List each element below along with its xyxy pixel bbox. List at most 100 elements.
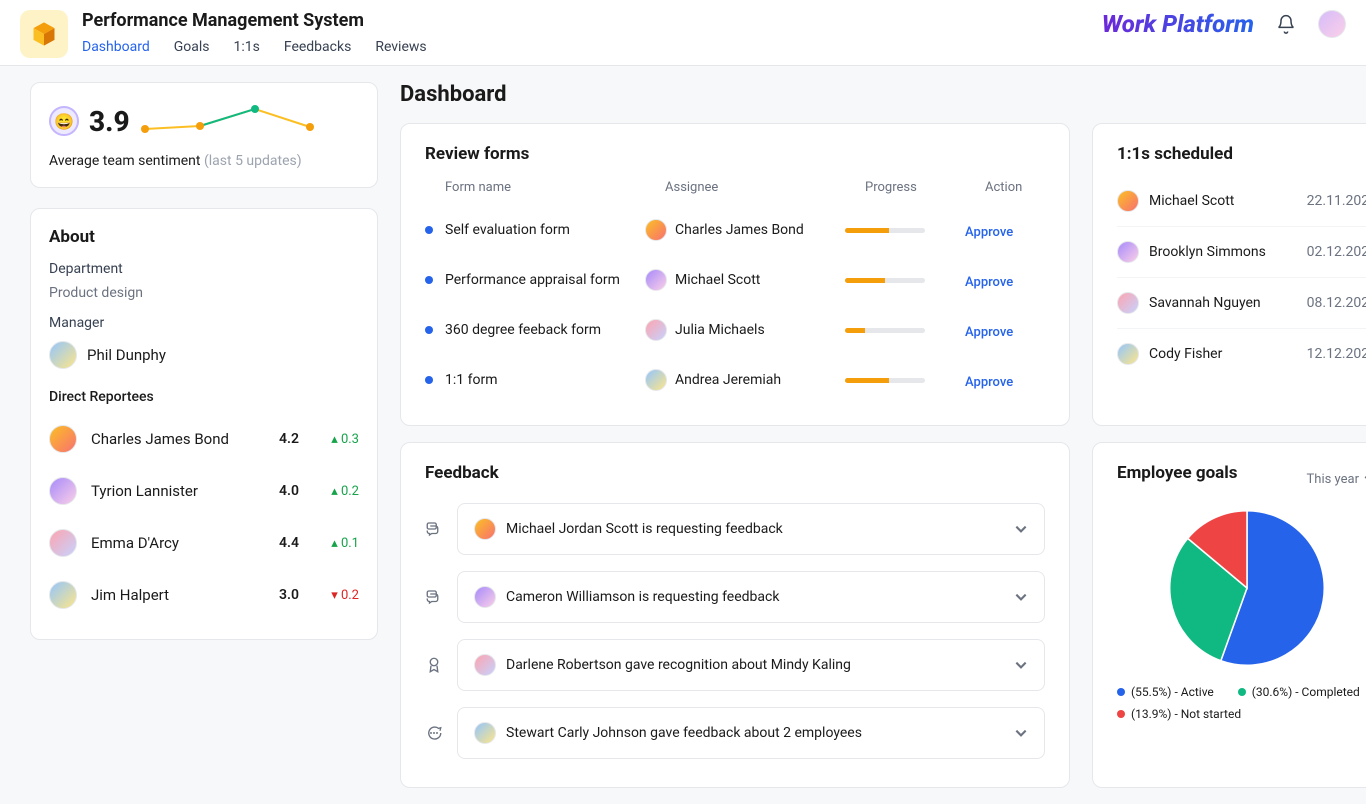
- assignee-name: Michael Scott: [675, 272, 760, 288]
- progress-bar: [845, 328, 925, 333]
- schedule-row[interactable]: Michael Scott 22.11.2022: [1117, 176, 1366, 227]
- avatar: [49, 425, 77, 453]
- form-name: 1:1 form: [445, 372, 497, 388]
- bell-icon[interactable]: [1276, 14, 1296, 34]
- table-row: Performance appraisal form Michael Scott…: [425, 255, 1045, 305]
- col-action: Action: [985, 180, 1045, 195]
- feedback-card[interactable]: Michael Jordan Scott is requesting feedb…: [457, 503, 1045, 555]
- tab-dashboard[interactable]: Dashboard: [82, 39, 150, 65]
- chat-icon: [425, 588, 443, 606]
- tab-feedbacks[interactable]: Feedbacks: [284, 39, 351, 65]
- feedback-text: Stewart Carly Johnson gave feedback abou…: [506, 725, 1004, 741]
- feedback-card[interactable]: Darlene Robertson gave recognition about…: [457, 639, 1045, 691]
- reportee-row[interactable]: Emma D'Arcy 4.4 ▴ 0.1: [49, 517, 359, 569]
- schedule-date: 08.12.2022: [1307, 295, 1366, 311]
- schedule-name: Michael Scott: [1149, 193, 1234, 209]
- legend-item: (30.6%) - Completed: [1238, 685, 1360, 699]
- sentiment-card: 😄 3.9 Average team sentiment (last 5 upd…: [30, 82, 378, 188]
- assignee-name: Andrea Jeremiah: [675, 372, 781, 388]
- sentiment-sparkline: [140, 101, 320, 141]
- feedback-item: Cameron Williamson is requesting feedbac…: [425, 563, 1045, 631]
- legend-item: (13.9%) - Not started: [1117, 707, 1241, 721]
- manager-name: Phil Dunphy: [87, 346, 166, 364]
- msg-icon: [425, 724, 443, 742]
- feedback-text: Cameron Williamson is requesting feedbac…: [506, 589, 1004, 605]
- user-avatar[interactable]: [1318, 10, 1346, 38]
- app-header: Performance Management System Dashboard …: [0, 0, 1366, 66]
- app-title: Performance Management System: [82, 10, 427, 31]
- avatar: [49, 529, 77, 557]
- progress-bar: [845, 378, 925, 383]
- reportee-delta: ▾ 0.2: [309, 588, 359, 603]
- approve-link[interactable]: Approve: [965, 375, 1013, 390]
- avatar: [645, 369, 667, 391]
- review-forms-heading: Review forms: [425, 144, 1045, 164]
- feedback-text: Darlene Robertson gave recognition about…: [506, 657, 1004, 673]
- sentiment-score: 3.9: [89, 105, 130, 138]
- reportee-row[interactable]: Jim Halpert 3.0 ▾ 0.2: [49, 569, 359, 621]
- col-form: Form name: [445, 180, 665, 195]
- chevron-down-icon: [1014, 522, 1028, 536]
- reportee-delta: ▴ 0.2: [309, 484, 359, 499]
- goals-heading: Employee goals: [1117, 463, 1238, 483]
- chevron-down-icon: [1014, 590, 1028, 604]
- avatar: [1117, 343, 1139, 365]
- goals-panel: Employee goals This year (55.5%) - Activ…: [1092, 442, 1366, 788]
- avatar: [474, 518, 496, 540]
- app-icon: [20, 10, 68, 58]
- table-row: Self evaluation form Charles James Bond …: [425, 205, 1045, 255]
- approve-link[interactable]: Approve: [965, 225, 1013, 240]
- smile-icon: 😄: [49, 106, 79, 136]
- avatar: [1117, 292, 1139, 314]
- avatar: [474, 654, 496, 676]
- approve-link[interactable]: Approve: [965, 275, 1013, 290]
- reportee-score: 3.0: [263, 587, 299, 603]
- status-dot: [425, 326, 433, 334]
- avatar: [645, 319, 667, 341]
- form-name: Performance appraisal form: [445, 272, 620, 288]
- avatar: [49, 477, 77, 505]
- avatar: [645, 269, 667, 291]
- status-dot: [425, 226, 433, 234]
- assignee-name: Charles James Bond: [675, 222, 804, 238]
- tab-goals[interactable]: Goals: [174, 39, 210, 65]
- reportee-delta: ▴ 0.1: [309, 536, 359, 551]
- review-forms-panel: Review forms Form name Assignee Progress…: [400, 123, 1070, 426]
- reportee-row[interactable]: Charles James Bond 4.2 ▴ 0.3: [49, 413, 359, 465]
- feedback-item: Darlene Robertson gave recognition about…: [425, 631, 1045, 699]
- legend-item: (55.5%) - Active: [1117, 685, 1214, 699]
- brand-logo: Work Platform: [1102, 10, 1254, 38]
- reportee-delta: ▴ 0.3: [309, 432, 359, 447]
- schedule-row[interactable]: Brooklyn Simmons 02.12.2022: [1117, 227, 1366, 278]
- reportee-name: Jim Halpert: [91, 586, 253, 604]
- col-assignee: Assignee: [665, 180, 865, 195]
- tab-reviews[interactable]: Reviews: [375, 39, 426, 65]
- reportee-name: Tyrion Lannister: [91, 482, 253, 500]
- reportee-name: Emma D'Arcy: [91, 534, 253, 552]
- schedule-row[interactable]: Savannah Nguyen 08.12.2022: [1117, 278, 1366, 329]
- status-dot: [425, 376, 433, 384]
- feedback-item: Stewart Carly Johnson gave feedback abou…: [425, 699, 1045, 767]
- avatar: [474, 722, 496, 744]
- approve-link[interactable]: Approve: [965, 325, 1013, 340]
- schedule-row[interactable]: Cody Fisher 12.12.2022: [1117, 329, 1366, 379]
- reportee-score: 4.4: [263, 535, 299, 551]
- manager-label: Manager: [49, 315, 359, 331]
- schedule-date: 12.12.2022: [1307, 346, 1366, 362]
- tab-1-1s[interactable]: 1:1s: [233, 39, 259, 65]
- avatar: [645, 219, 667, 241]
- goals-filter[interactable]: This year: [1307, 472, 1366, 487]
- avatar: [1117, 241, 1139, 263]
- reportee-row[interactable]: Tyrion Lannister 4.0 ▴ 0.2: [49, 465, 359, 517]
- assignee-name: Julia Michaels: [675, 322, 765, 338]
- progress-bar: [845, 278, 925, 283]
- feedback-item: Michael Jordan Scott is requesting feedb…: [425, 495, 1045, 563]
- feedback-card[interactable]: Cameron Williamson is requesting feedbac…: [457, 571, 1045, 623]
- feedback-card[interactable]: Stewart Carly Johnson gave feedback abou…: [457, 707, 1045, 759]
- schedule-name: Cody Fisher: [1149, 346, 1222, 362]
- reportees-label: Direct Reportees: [49, 389, 359, 405]
- progress-bar: [845, 228, 925, 233]
- chevron-down-icon: [1014, 658, 1028, 672]
- feedback-text: Michael Jordan Scott is requesting feedb…: [506, 521, 1004, 537]
- about-card: About Department Product design Manager …: [30, 208, 378, 640]
